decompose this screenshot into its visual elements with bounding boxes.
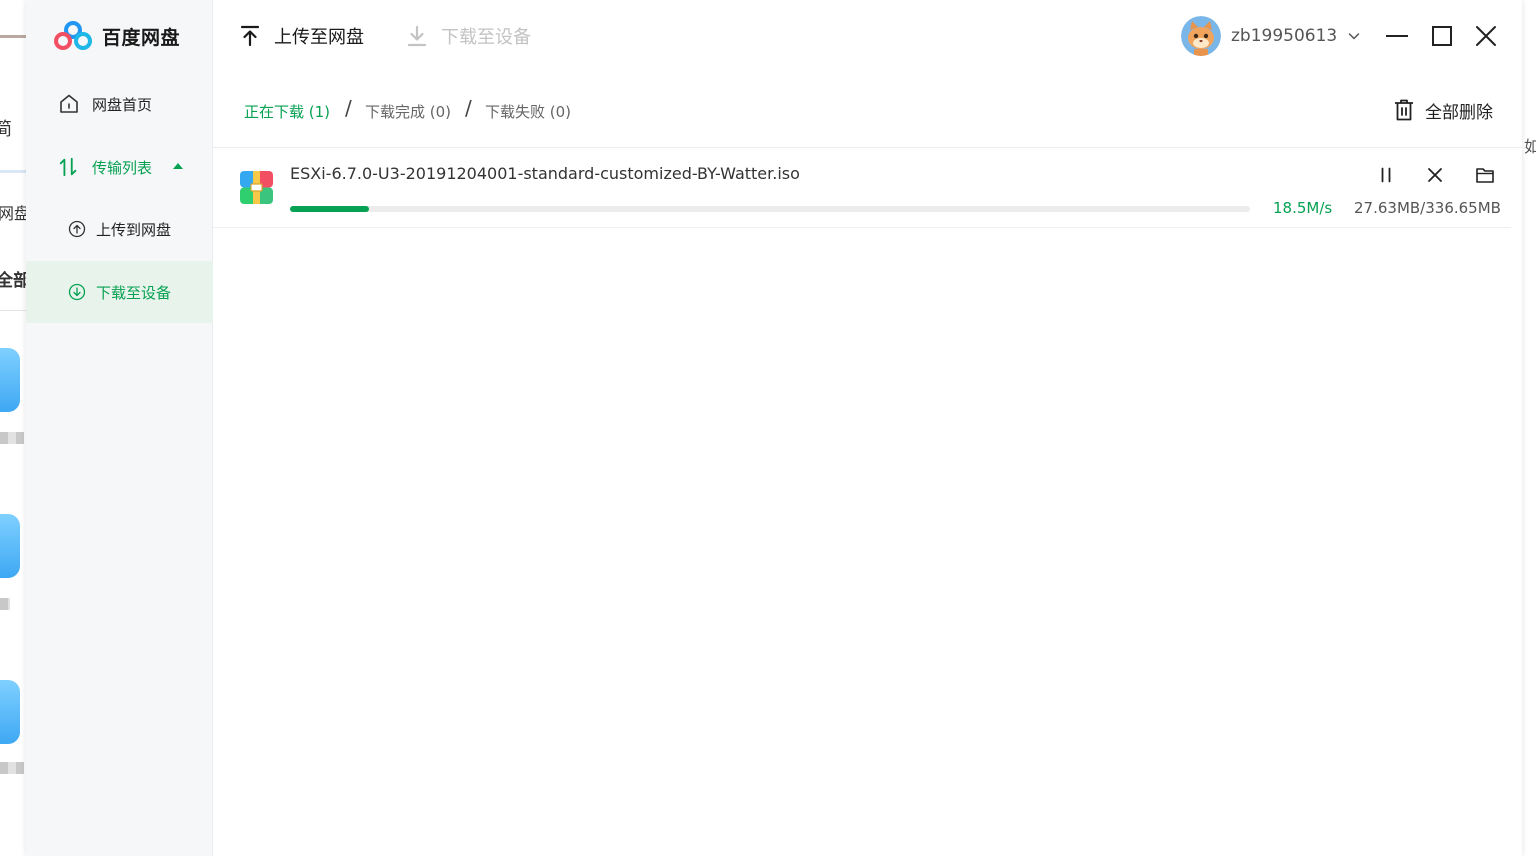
background-blurred-text	[0, 762, 24, 774]
background-divider	[0, 35, 26, 38]
trash-icon	[1395, 99, 1413, 121]
download-size: 27.63MB/336.65MB	[1354, 199, 1501, 217]
background-folder-icon	[0, 514, 20, 578]
folder-icon	[1476, 168, 1494, 183]
tab-separator: /	[345, 96, 352, 120]
download-progress-fill	[290, 206, 369, 212]
background-folder-icon	[0, 348, 20, 412]
background-text: 简	[0, 119, 12, 140]
download-circle-icon	[66, 281, 88, 303]
close-icon	[1476, 26, 1496, 46]
tab-separator: /	[465, 96, 472, 120]
username: zb19950613	[1231, 26, 1338, 46]
user-menu[interactable]: zb19950613	[1181, 15, 1361, 57]
background-text: 网盘	[0, 204, 26, 223]
app-name: 百度网盘	[102, 26, 181, 49]
download-filename: ESXi-6.7.0-U3-20191204001-standard-custo…	[290, 164, 800, 183]
tab-download-failed[interactable]: 下载失败 (0)	[485, 101, 571, 122]
sidebar-item-home[interactable]: 网盘首页	[26, 73, 213, 135]
transfer-window: 百度网盘 网盘首页 传输列表 上传到网盘 下载至设备 上传至网盘 下载至设备 z…	[26, 0, 1522, 856]
download-to-device-button[interactable]: 下载至设备	[405, 22, 531, 50]
sidebar-item-upload-to-disk[interactable]: 上传到网盘	[26, 198, 213, 260]
download-to-device-label: 下载至设备	[441, 27, 531, 48]
background-text: 如	[1524, 137, 1536, 156]
sidebar-item-label: 上传到网盘	[96, 220, 172, 239]
background-blurred-text	[0, 598, 10, 610]
tab-download-completed[interactable]: 下载完成 (0)	[365, 101, 451, 122]
download-speed: 18.5M/s	[1273, 199, 1333, 217]
pause-button[interactable]	[1374, 163, 1398, 187]
tab-downloading[interactable]: 正在下载 (1)	[244, 101, 330, 122]
close-window-button[interactable]	[1472, 22, 1500, 50]
sidebar-item-transfer-list[interactable]: 传输列表	[26, 136, 213, 198]
background-folder-icon	[0, 680, 20, 744]
home-icon	[58, 93, 80, 115]
sidebar-item-label: 传输列表	[92, 158, 153, 177]
baidu-netdisk-logo-icon	[54, 21, 92, 50]
background-window-left: 简 网盘 全部	[0, 0, 26, 856]
sidebar: 百度网盘 网盘首页 传输列表 上传到网盘 下载至设备	[26, 0, 213, 856]
minimize-icon	[1386, 35, 1408, 37]
pause-icon	[1381, 167, 1391, 183]
transfer-tabs: 正在下载 (1) / 下载完成 (0) / 下载失败 (0) 全部删除	[213, 72, 1522, 148]
background-tab-indicator	[0, 170, 26, 173]
background-divider	[0, 310, 26, 311]
open-folder-button[interactable]	[1473, 163, 1497, 187]
sidebar-item-label: 下载至设备	[96, 283, 172, 302]
sidebar-item-download-to-device[interactable]: 下载至设备	[26, 261, 213, 323]
archive-file-icon	[240, 171, 273, 204]
transfer-icon	[58, 156, 80, 178]
download-row[interactable]: ESXi-6.7.0-U3-20191204001-standard-custo…	[213, 148, 1511, 228]
sidebar-item-label: 网盘首页	[92, 95, 153, 114]
chevron-down-icon	[1349, 33, 1360, 40]
delete-all-label: 全部删除	[1425, 102, 1493, 123]
minimize-button[interactable]	[1383, 22, 1411, 50]
maximize-icon	[1432, 26, 1452, 46]
caret-up-icon	[173, 163, 183, 169]
maximize-button[interactable]	[1428, 22, 1456, 50]
avatar	[1181, 16, 1221, 56]
upload-to-disk-label: 上传至网盘	[274, 27, 364, 48]
cancel-download-button[interactable]	[1423, 163, 1447, 187]
app-logo: 百度网盘	[54, 20, 180, 52]
background-text: 全部	[0, 271, 26, 291]
upload-circle-icon	[66, 218, 88, 240]
download-progress-bar	[290, 206, 1250, 212]
delete-all-button[interactable]: 全部删除	[1393, 96, 1493, 124]
upload-to-disk-button[interactable]: 上传至网盘	[238, 22, 364, 50]
upload-icon	[240, 25, 260, 47]
download-icon	[407, 25, 427, 47]
background-blurred-text	[0, 432, 24, 444]
background-window-right: 如	[1522, 0, 1536, 856]
header: 上传至网盘 下载至设备 zb19950613	[213, 0, 1522, 72]
close-icon	[1428, 168, 1442, 182]
